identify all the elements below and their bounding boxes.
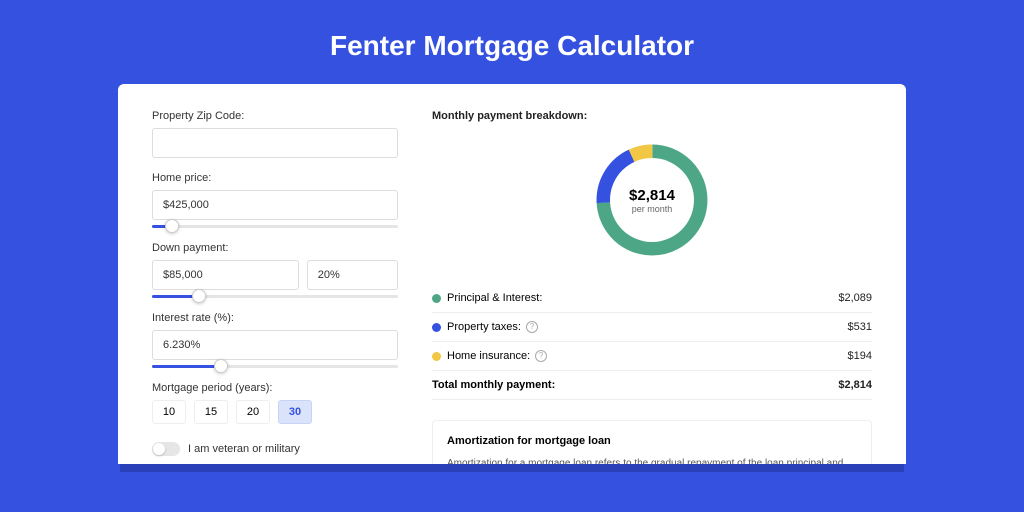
period-option-20[interactable]: 20 bbox=[236, 400, 270, 424]
donut-period: per month bbox=[632, 204, 673, 214]
page-title: Fenter Mortgage Calculator bbox=[0, 0, 1024, 84]
legend-row: Property taxes:? $531 bbox=[432, 313, 872, 342]
interest-rate-slider[interactable] bbox=[152, 365, 398, 368]
amortization-title: Amortization for mortgage loan bbox=[447, 435, 857, 447]
legend-value-ins: $194 bbox=[848, 350, 872, 362]
legend-value-pi: $2,089 bbox=[838, 292, 872, 304]
veteran-label: I am veteran or military bbox=[188, 443, 300, 455]
amortization-body: Amortization for a mortgage loan refers … bbox=[447, 457, 857, 464]
legend-dot-blue bbox=[432, 323, 441, 332]
zip-input[interactable] bbox=[152, 128, 398, 158]
slider-thumb[interactable] bbox=[165, 219, 179, 233]
home-price-label: Home price: bbox=[152, 172, 398, 184]
period-option-10[interactable]: 10 bbox=[152, 400, 186, 424]
total-label: Total monthly payment: bbox=[432, 379, 555, 391]
period-option-15[interactable]: 15 bbox=[194, 400, 228, 424]
slider-thumb[interactable] bbox=[192, 289, 206, 303]
form-panel: Property Zip Code: Home price: Down paym… bbox=[152, 110, 398, 464]
down-payment-amount-input[interactable] bbox=[152, 260, 299, 290]
results-panel: Monthly payment breakdown: $2,814 per mo… bbox=[432, 110, 872, 464]
slider-thumb[interactable] bbox=[214, 359, 228, 373]
down-payment-slider[interactable] bbox=[152, 295, 398, 298]
zip-label: Property Zip Code: bbox=[152, 110, 398, 122]
home-price-slider[interactable] bbox=[152, 225, 398, 228]
legend-row-total: Total monthly payment: $2,814 bbox=[432, 371, 872, 400]
period-option-30[interactable]: 30 bbox=[278, 400, 312, 424]
legend-label-pi: Principal & Interest: bbox=[447, 292, 542, 304]
legend-row: Home insurance:? $194 bbox=[432, 342, 872, 371]
interest-rate-input[interactable] bbox=[152, 330, 398, 360]
donut-chart: $2,814 per month bbox=[592, 140, 712, 260]
interest-rate-label: Interest rate (%): bbox=[152, 312, 398, 324]
legend-value-tax: $531 bbox=[848, 321, 872, 333]
amortization-box: Amortization for mortgage loan Amortizat… bbox=[432, 420, 872, 464]
legend-row: Principal & Interest: $2,089 bbox=[432, 284, 872, 313]
help-icon[interactable]: ? bbox=[535, 350, 547, 362]
legend-dot-yellow bbox=[432, 352, 441, 361]
total-value: $2,814 bbox=[838, 379, 872, 391]
down-payment-pct-input[interactable] bbox=[307, 260, 398, 290]
help-icon[interactable]: ? bbox=[526, 321, 538, 333]
home-price-input[interactable] bbox=[152, 190, 398, 220]
mortgage-period-label: Mortgage period (years): bbox=[152, 382, 398, 394]
breakdown-title: Monthly payment breakdown: bbox=[432, 110, 872, 122]
veteran-toggle[interactable] bbox=[152, 442, 180, 456]
legend-label-tax: Property taxes: bbox=[447, 321, 521, 333]
calculator-card: Property Zip Code: Home price: Down paym… bbox=[118, 84, 906, 464]
legend-dot-green bbox=[432, 294, 441, 303]
legend-label-ins: Home insurance: bbox=[447, 350, 530, 362]
down-payment-label: Down payment: bbox=[152, 242, 398, 254]
donut-amount: $2,814 bbox=[629, 187, 675, 204]
